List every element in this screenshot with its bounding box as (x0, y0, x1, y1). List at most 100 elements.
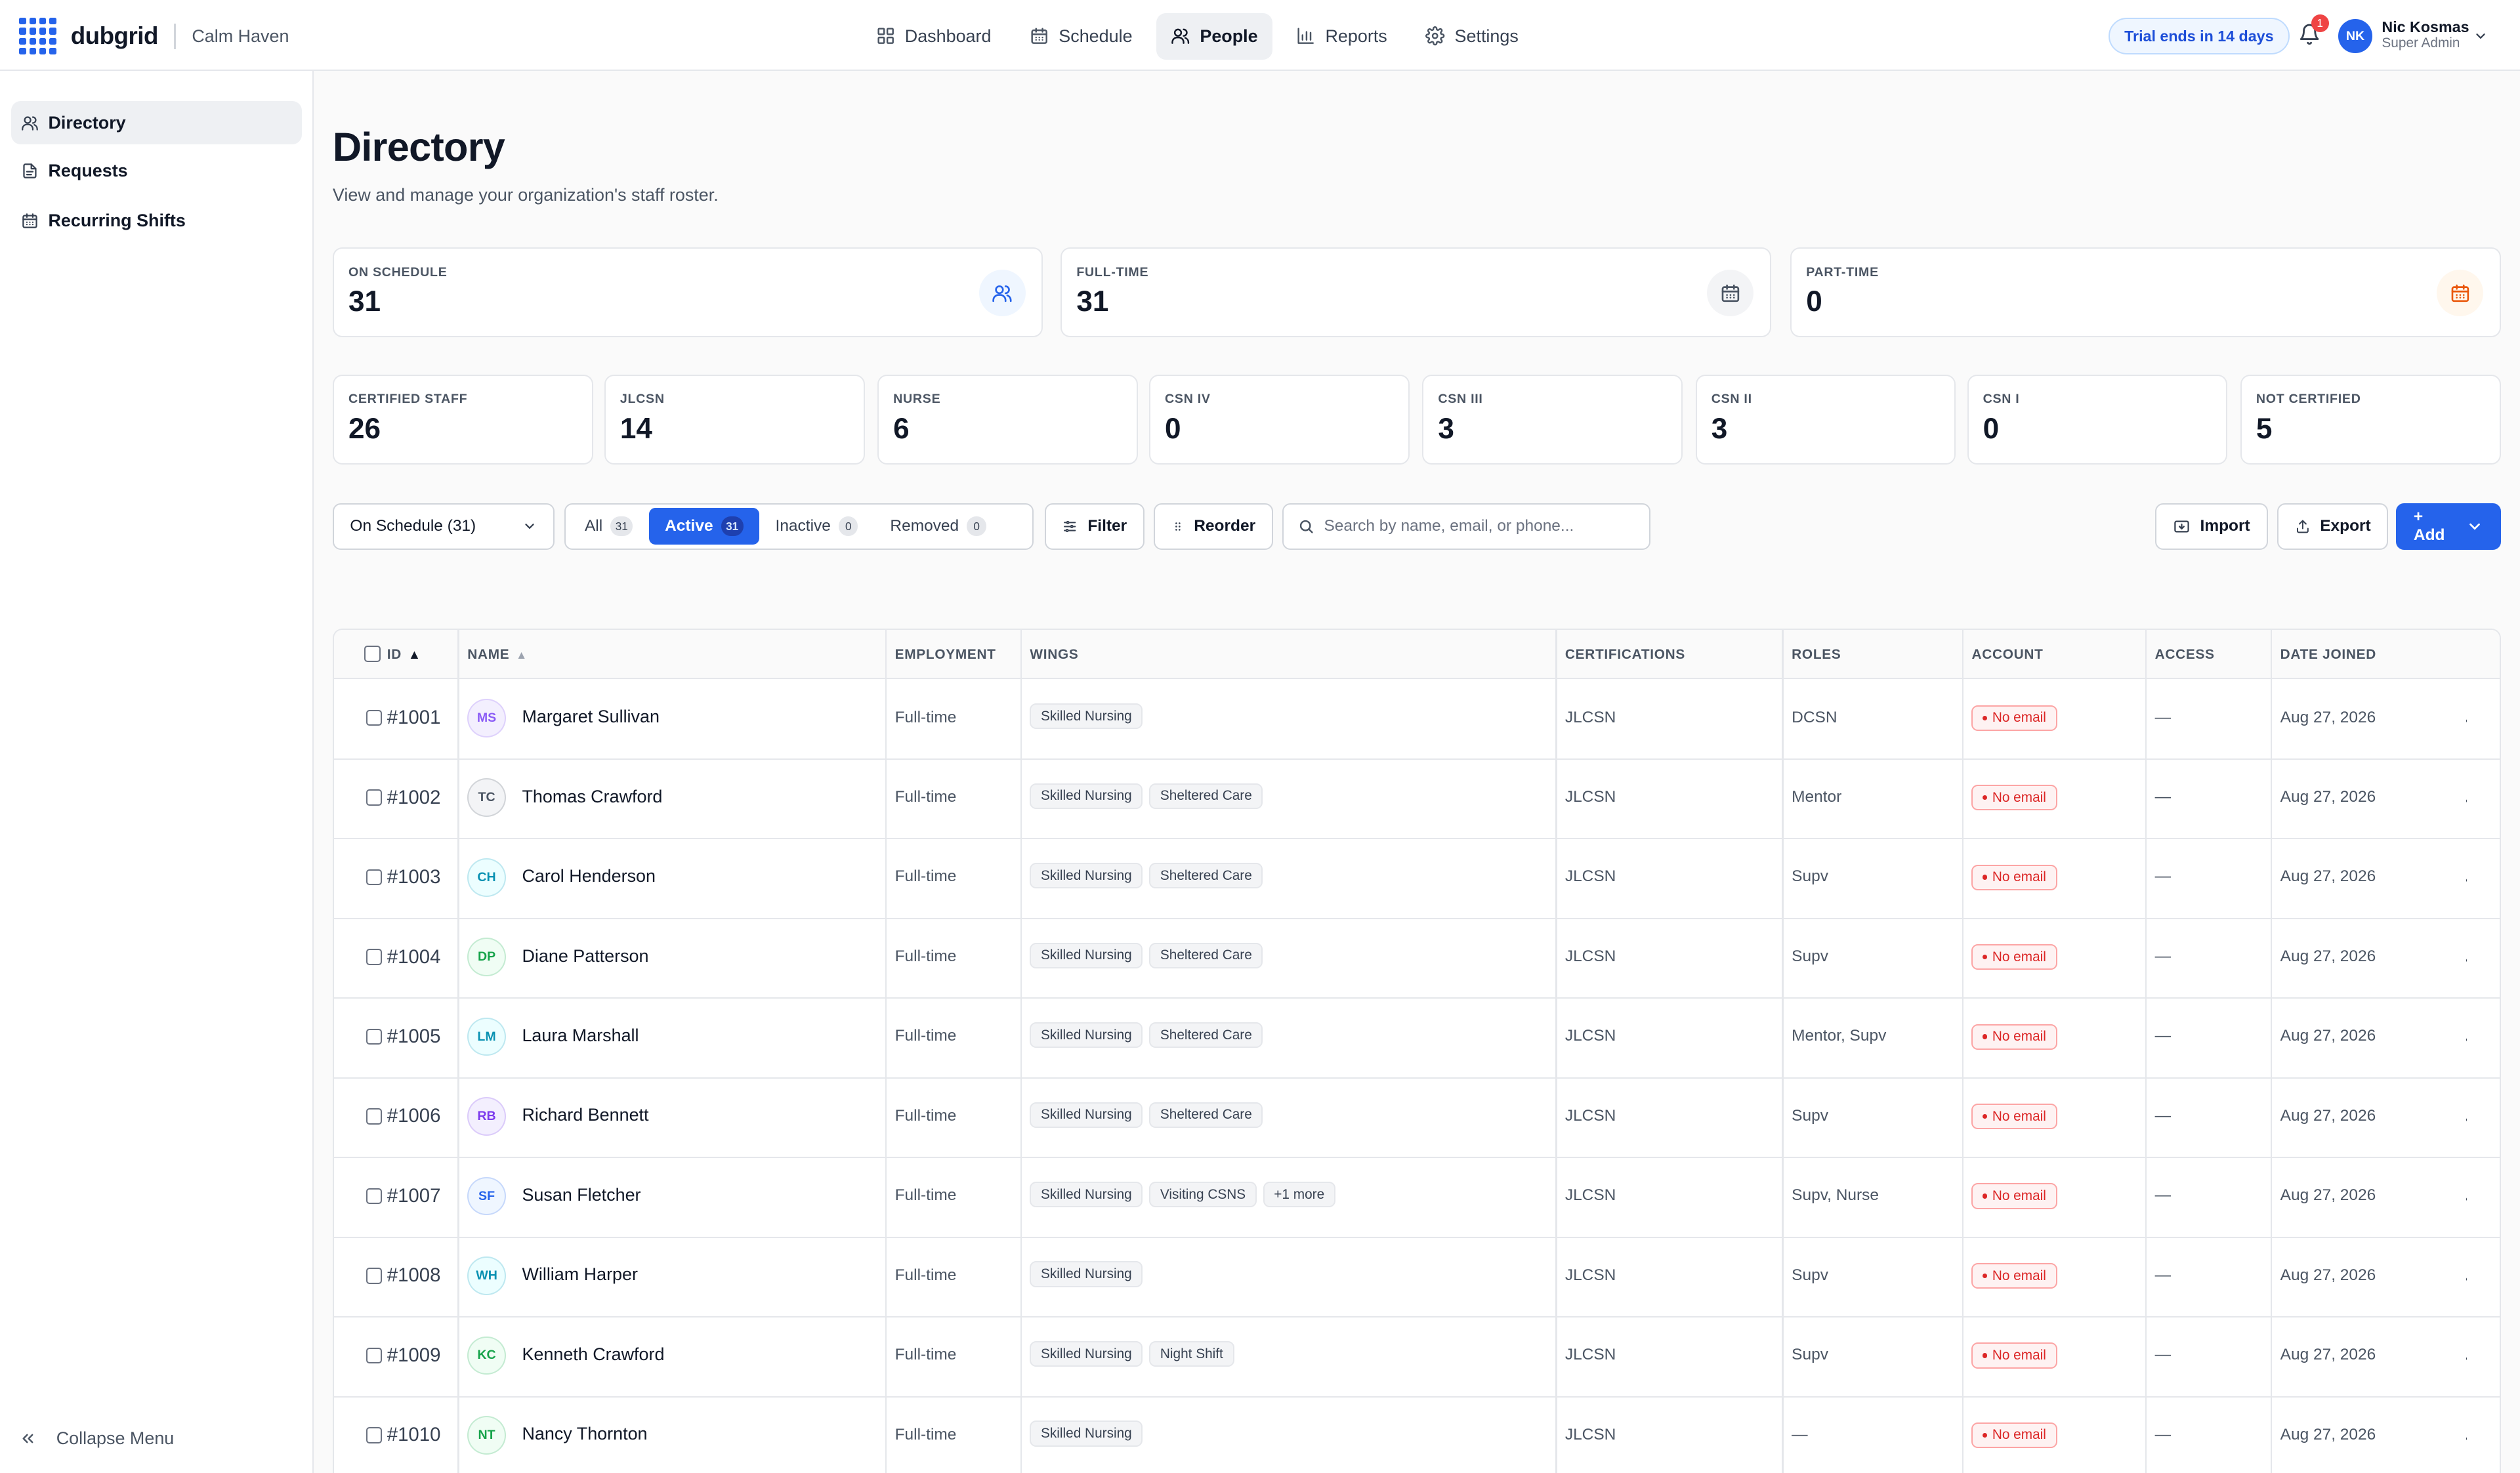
chevron-right-icon[interactable] (2454, 1190, 2467, 1203)
nav-dashboard[interactable]: Dashboard (862, 13, 1006, 60)
row-checkbox[interactable] (366, 1188, 383, 1205)
chevron-right-icon[interactable] (2454, 1030, 2467, 1043)
reorder-button[interactable]: Reorder (1154, 503, 1273, 550)
table-row[interactable]: #1010 NT Nancy Thornton Full-time Skilled Nu… (334, 1397, 2500, 1473)
staff-name[interactable]: Laura Marshall (522, 1026, 639, 1046)
row-checkbox[interactable] (366, 709, 383, 726)
staff-name[interactable]: Nancy Thornton (522, 1424, 647, 1444)
stat-card-part-time: PART-TIME 0 (1790, 247, 2501, 338)
chevrons-left-icon (22, 1434, 33, 1443)
search-input[interactable]: Search by name, email, or phone... (1282, 503, 1651, 550)
user-menu[interactable]: Nic Kosmas Super Admin (2382, 18, 2469, 51)
search-placeholder: Search by name, email, or phone... (1324, 517, 1574, 535)
cert-value: 5 (2256, 412, 2273, 445)
chevron-right-icon[interactable] (2454, 1270, 2467, 1283)
table-row[interactable]: #1005 LM Laura Marshall Full-time Skilled Nu… (333, 998, 2500, 1079)
column-header-employment: EMPLOYMENT (895, 647, 996, 663)
date-joined: Aug 27, 2026 (2280, 788, 2376, 806)
segment-label: All (584, 517, 603, 535)
chevron-right-icon[interactable] (2454, 951, 2467, 964)
chevron-right-icon[interactable] (2454, 1110, 2467, 1123)
stat-label: ON SCHEDULE (348, 264, 448, 280)
table-row[interactable]: #1001 MS Margaret Sullivan Full-time Skilled… (333, 679, 2500, 760)
table-row[interactable]: #1007 SF Susan Fletcher Full-time Skilled Nu… (333, 1157, 2500, 1238)
staff-name[interactable]: William Harper (522, 1264, 638, 1285)
table-row[interactable]: #1004 DP Diane Patterson Full-time Skilled N… (333, 919, 2500, 999)
page-subtitle: View and manage your organization's staf… (332, 184, 719, 205)
avatar: DP (467, 938, 506, 977)
cert-value: 0 (1165, 412, 1181, 445)
row-checkbox[interactable] (366, 1028, 383, 1045)
account-status-badge: No email (1971, 944, 2057, 970)
roles: Mentor (1792, 788, 1842, 806)
stat-card-full-time: FULL-TIME 31 (1060, 247, 1771, 338)
segment-inactive[interactable]: Inactive 0 (759, 508, 874, 545)
org-name[interactable]: Calm Haven (192, 26, 289, 47)
staff-name[interactable]: Richard Bennett (522, 1105, 648, 1125)
nav-people[interactable]: People (1156, 12, 1272, 60)
staff-name[interactable]: Kenneth Crawford (522, 1344, 664, 1365)
add-button[interactable]: + Add (2396, 503, 2501, 550)
table-row[interactable]: #1006 RB Richard Bennett Full-time Skilled N… (333, 1078, 2500, 1159)
table-row[interactable]: #1002 TC Thomas Crawford Full-time Skilled N… (333, 759, 2500, 840)
chevron-right-icon[interactable] (2454, 791, 2467, 804)
employment-type: Full-time (894, 1106, 957, 1125)
segment-all[interactable]: All 31 (568, 508, 648, 545)
segment-removed[interactable]: Removed 0 (874, 508, 1002, 545)
access: — (2154, 788, 2172, 806)
column-header-name[interactable]: NAME ▲ (467, 647, 528, 663)
wing-tag: Sheltered Care (1149, 1022, 1263, 1048)
row-checkbox[interactable] (366, 789, 383, 806)
staff-name[interactable]: Susan Fletcher (522, 1185, 640, 1205)
table-row[interactable]: #1003 CH Carol Henderson Full-time Skilled N… (333, 839, 2500, 919)
segment-label: Active (665, 517, 713, 535)
user-avatar[interactable]: NK (2338, 19, 2372, 53)
select-all-checkbox[interactable] (364, 646, 381, 662)
table-row[interactable]: #1008 WH William Harper Full-time Skilled Nu… (333, 1237, 2500, 1318)
stat-card-on-schedule: ON SCHEDULE 31 (332, 247, 1043, 338)
row-checkbox[interactable] (366, 1108, 383, 1125)
trial-badge[interactable]: Trial ends in 14 days (2109, 17, 2290, 55)
cert-card-csn-i: CSN I 0 (1967, 374, 2228, 465)
sidebar-item-directory[interactable]: Directory (11, 101, 303, 145)
wing-tags: Skilled Nursing (1030, 703, 1143, 730)
chevron-right-icon[interactable] (2454, 871, 2467, 884)
chevron-right-icon[interactable] (2454, 711, 2467, 724)
nav-schedule[interactable]: Schedule (1015, 13, 1146, 60)
cert-card-nurse: NURSE 6 (877, 374, 1138, 465)
nav-reports[interactable]: Reports (1282, 13, 1401, 60)
sidebar-item-label: Recurring Shifts (48, 211, 186, 231)
top-bar: dubgrid Calm Haven Dashboard Schedule Peop… (0, 0, 2520, 71)
import-button[interactable]: Import (2155, 503, 2268, 550)
chevron-right-icon[interactable] (2454, 1349, 2467, 1362)
collapse-menu-button[interactable]: Collapse Menu (19, 1428, 174, 1449)
row-checkbox[interactable] (366, 1268, 383, 1284)
staff-name[interactable]: Diane Patterson (522, 946, 648, 966)
nav-settings[interactable]: Settings (1411, 13, 1532, 60)
wing-tag[interactable]: +1 more (1263, 1182, 1335, 1208)
roles: Supv (1792, 867, 1828, 886)
brand[interactable]: dubgrid Calm Haven (19, 17, 289, 55)
schedule-select[interactable]: On Schedule (31) (332, 503, 555, 550)
sidebar-item-requests[interactable]: Requests (11, 150, 302, 193)
table-row[interactable]: #1009 KC Kenneth Crawford Full-time Skilled … (333, 1317, 2500, 1398)
segment-active[interactable]: Active 31 (648, 507, 760, 545)
row-checkbox[interactable] (366, 1347, 383, 1364)
row-checkbox[interactable] (366, 949, 383, 965)
staff-name[interactable]: Carol Henderson (522, 866, 656, 886)
column-header-label: NAME (467, 647, 510, 663)
employment-type: Full-time (894, 1425, 957, 1443)
row-checkbox[interactable] (366, 869, 383, 886)
export-button[interactable]: Export (2277, 503, 2389, 550)
chevron-right-icon[interactable] (2454, 1429, 2467, 1442)
wing-tag: Skilled Nursing (1030, 1421, 1143, 1447)
sidebar-item-recurring-shifts[interactable]: Recurring Shifts (11, 199, 302, 243)
account-status-label: No email (1992, 869, 2046, 885)
column-header-id[interactable]: ID ▲ (387, 647, 421, 663)
staff-name[interactable]: Margaret Sullivan (522, 707, 660, 727)
staff-name[interactable]: Thomas Crawford (522, 787, 662, 807)
avatar: WH (467, 1256, 506, 1295)
row-checkbox[interactable] (366, 1427, 383, 1443)
filter-button[interactable]: Filter (1044, 503, 1144, 550)
chevron-down-icon[interactable] (2473, 29, 2488, 43)
